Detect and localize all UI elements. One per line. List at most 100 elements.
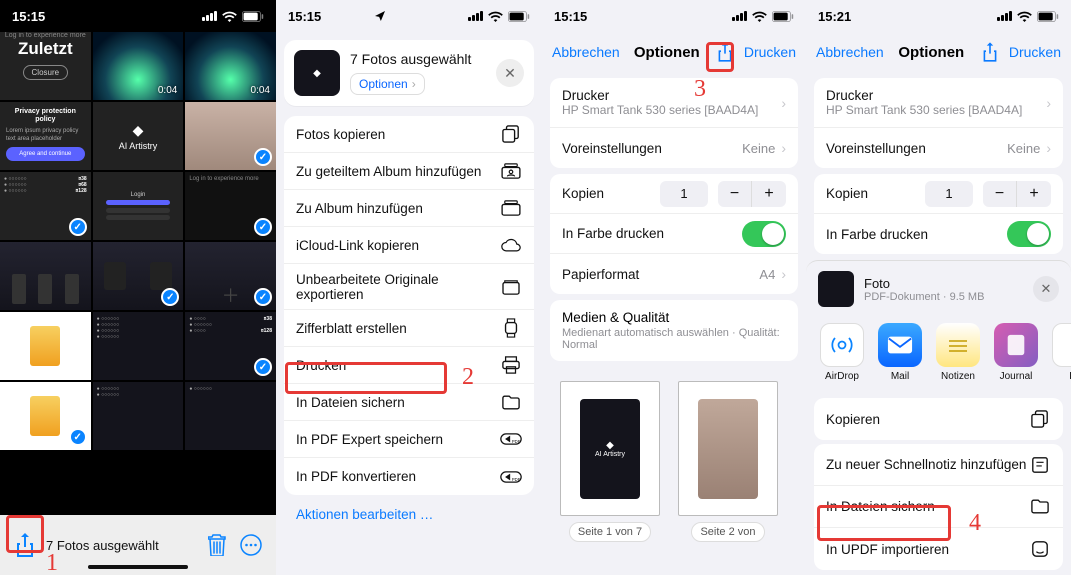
stepper-plus-button[interactable]: + <box>1017 181 1051 207</box>
pdf-convert-icon: PDF <box>500 466 522 488</box>
chevron-right-icon: › <box>1046 95 1051 111</box>
printer-row[interactable]: DruckerHP Smart Tank 530 series [BAAD4A]… <box>550 78 798 128</box>
action-row-watchface[interactable]: Zifferblatt erstellen <box>284 310 534 347</box>
photo-thumb[interactable]: Login <box>93 172 184 240</box>
copy-photos-icon <box>500 123 522 145</box>
nav-bar: Abbrechen Optionen Drucken <box>542 32 806 72</box>
color-toggle[interactable] <box>742 221 786 247</box>
photo-thumb[interactable]: ◆ AI Artistry <box>93 102 184 170</box>
share-icon[interactable] <box>979 41 1001 63</box>
photo-thumb[interactable]: ● ○○○○○○ ¤38 ● ○○○○○○ ¤68 ● ○○○○○○ ¤128 <box>0 172 91 240</box>
selection-check-icon <box>254 218 272 236</box>
ai-name: AI Artistry <box>119 141 158 151</box>
more-icon[interactable] <box>238 532 264 558</box>
color-row: In Farbe drucken <box>550 214 798 254</box>
print-button[interactable]: Drucken <box>1009 44 1061 60</box>
photo-thumb[interactable]: 0:04 <box>185 32 276 100</box>
app-freeform[interactable]: Fr <box>1052 323 1071 382</box>
options-button[interactable]: Optionen› <box>350 73 425 95</box>
stepper-minus-button[interactable]: − <box>983 181 1017 207</box>
app-mail[interactable]: Mail <box>878 323 922 382</box>
preview-page[interactable]: ◆AI Artistry Seite 1 von 7 <box>560 381 660 542</box>
printer-value: HP Smart Tank 530 series [BAAD4A] <box>562 103 758 117</box>
chevron-right-icon: › <box>781 266 786 282</box>
presets-row[interactable]: Voreinstellungen Keine › <box>550 128 798 168</box>
paper-row[interactable]: Papierformat A4 › <box>550 254 798 294</box>
action-row-shared-album[interactable]: Zu geteiltem Album hinzufügen <box>284 153 534 190</box>
cellular-icon <box>202 11 217 21</box>
photo-thumb[interactable]: Log in to experience more <box>185 172 276 240</box>
copies-stepper[interactable]: 1 − + <box>660 181 786 207</box>
annotation-box-1 <box>6 515 44 553</box>
login-text: Log in to experience more <box>5 32 86 39</box>
action-row-album[interactable]: Zu Album hinzufügen <box>284 190 534 227</box>
app-journal[interactable]: Journal <box>994 323 1038 382</box>
copies-stepper[interactable]: 1 − + <box>925 181 1051 207</box>
action-row-export-originals[interactable]: Unbearbeitete Originale exportieren <box>284 264 534 310</box>
share-preview-thumb <box>818 271 854 307</box>
photo-thumb[interactable]: ● ○○○○○○ ● ○○○○○○ ● ○○○○○○ ● ○○○○○○ <box>93 312 184 380</box>
photo-thumb[interactable]: ● ○○○○ ¤38 ● ○○○○○○ ● ○○○○ ¤128 <box>185 312 276 380</box>
app-notes[interactable]: Notizen <box>936 323 980 382</box>
presets-value: Keine <box>742 141 775 156</box>
photo-thumb[interactable]: ● ○○○○○○ ● ○○○○○○ <box>93 382 184 450</box>
photo-thumb[interactable] <box>0 312 91 380</box>
action-list: Kopieren <box>814 398 1063 440</box>
photo-thumb[interactable] <box>0 242 91 310</box>
action-row-copy[interactable]: Kopieren <box>814 398 1063 440</box>
action-row-pdf-expert[interactable]: In PDF Expert speichernPDF <box>284 421 534 458</box>
print-button[interactable]: Drucken <box>744 44 796 60</box>
printer-label: Drucker <box>826 88 1022 103</box>
nav-bar: Abbrechen Optionen Drucken <box>806 32 1071 72</box>
selection-count-label: 7 Fotos ausgewählt <box>46 538 196 553</box>
photo-grid: Log in to experience more Zuletzt Closur… <box>0 32 276 450</box>
action-row-icloud-link[interactable]: iCloud-Link kopieren <box>284 227 534 264</box>
video-duration: 0:04 <box>251 85 270 96</box>
stepper-plus-button[interactable]: + <box>752 181 786 207</box>
selection-check-icon <box>254 148 272 166</box>
close-icon[interactable]: ✕ <box>496 59 524 87</box>
app-rail[interactable]: AirDrop Mail Notizen Journal Fr <box>806 317 1071 394</box>
photo-thumb[interactable]: 0:04 <box>93 32 184 100</box>
trash-icon[interactable] <box>204 532 230 558</box>
printer-row[interactable]: DruckerHP Smart Tank 530 series [BAAD4A]… <box>814 78 1063 128</box>
preview-page[interactable]: Seite 2 von <box>678 381 778 542</box>
close-icon[interactable]: ✕ <box>1033 276 1059 302</box>
album-icon <box>500 197 522 219</box>
printer-card: DruckerHP Smart Tank 530 series [BAAD4A]… <box>550 78 798 168</box>
share-header: ◆ 7 Fotos ausgewählt Optionen› ✕ <box>284 40 534 106</box>
quality-row[interactable]: Medien & Qualität Medienart automatisch … <box>550 300 798 361</box>
photo-thumb[interactable]: ＋ <box>185 242 276 310</box>
zuletzt-header: Log in to experience more Zuletzt Closur… <box>0 32 91 100</box>
stepper-minus-button[interactable]: − <box>718 181 752 207</box>
app-airdrop[interactable]: AirDrop <box>820 323 864 382</box>
annotation-box-2 <box>285 362 447 394</box>
export-icon <box>501 276 522 298</box>
quality-sub: Medienart automatisch auswählen · Qualit… <box>562 327 786 351</box>
photo-thumb[interactable] <box>93 242 184 310</box>
cancel-button[interactable]: Abbrechen <box>552 44 620 60</box>
action-row-pdf-convert[interactable]: In PDF konvertierenPDF <box>284 458 534 495</box>
privacy-title: Privacy protection policy <box>6 108 85 124</box>
photo-thumb[interactable] <box>0 382 91 450</box>
edit-actions-link[interactable]: Aktionen bearbeiten … <box>296 507 522 522</box>
status-bar: 15:15 <box>0 0 276 32</box>
annotation-box-3 <box>706 42 734 72</box>
selection-check-icon <box>254 288 272 306</box>
annotation-label-2: 2 <box>462 364 474 391</box>
cancel-button[interactable]: Abbrechen <box>816 44 884 60</box>
watchface-icon <box>500 317 522 339</box>
selection-check-icon <box>69 218 87 236</box>
photo-thumb[interactable]: Privacy protection policy Lorem ipsum pr… <box>0 102 91 170</box>
photo-thumb[interactable]: ● ○○○○○○ <box>185 382 276 450</box>
photo-thumb[interactable] <box>185 102 276 170</box>
presets-row[interactable]: Voreinstellungen Keine › <box>814 128 1063 168</box>
status-bar: 15:15 <box>276 0 542 32</box>
action-row-quicknote[interactable]: Zu neuer Schnellnotiz hinzufügen <box>814 444 1063 486</box>
page-title: Optionen <box>620 44 714 61</box>
color-toggle[interactable] <box>1007 221 1051 247</box>
notes-icon <box>936 323 980 367</box>
presets-value: Keine <box>1007 141 1040 156</box>
status-clock: 15:15 <box>12 9 202 24</box>
action-row-copy-photos[interactable]: Fotos kopieren <box>284 116 534 153</box>
